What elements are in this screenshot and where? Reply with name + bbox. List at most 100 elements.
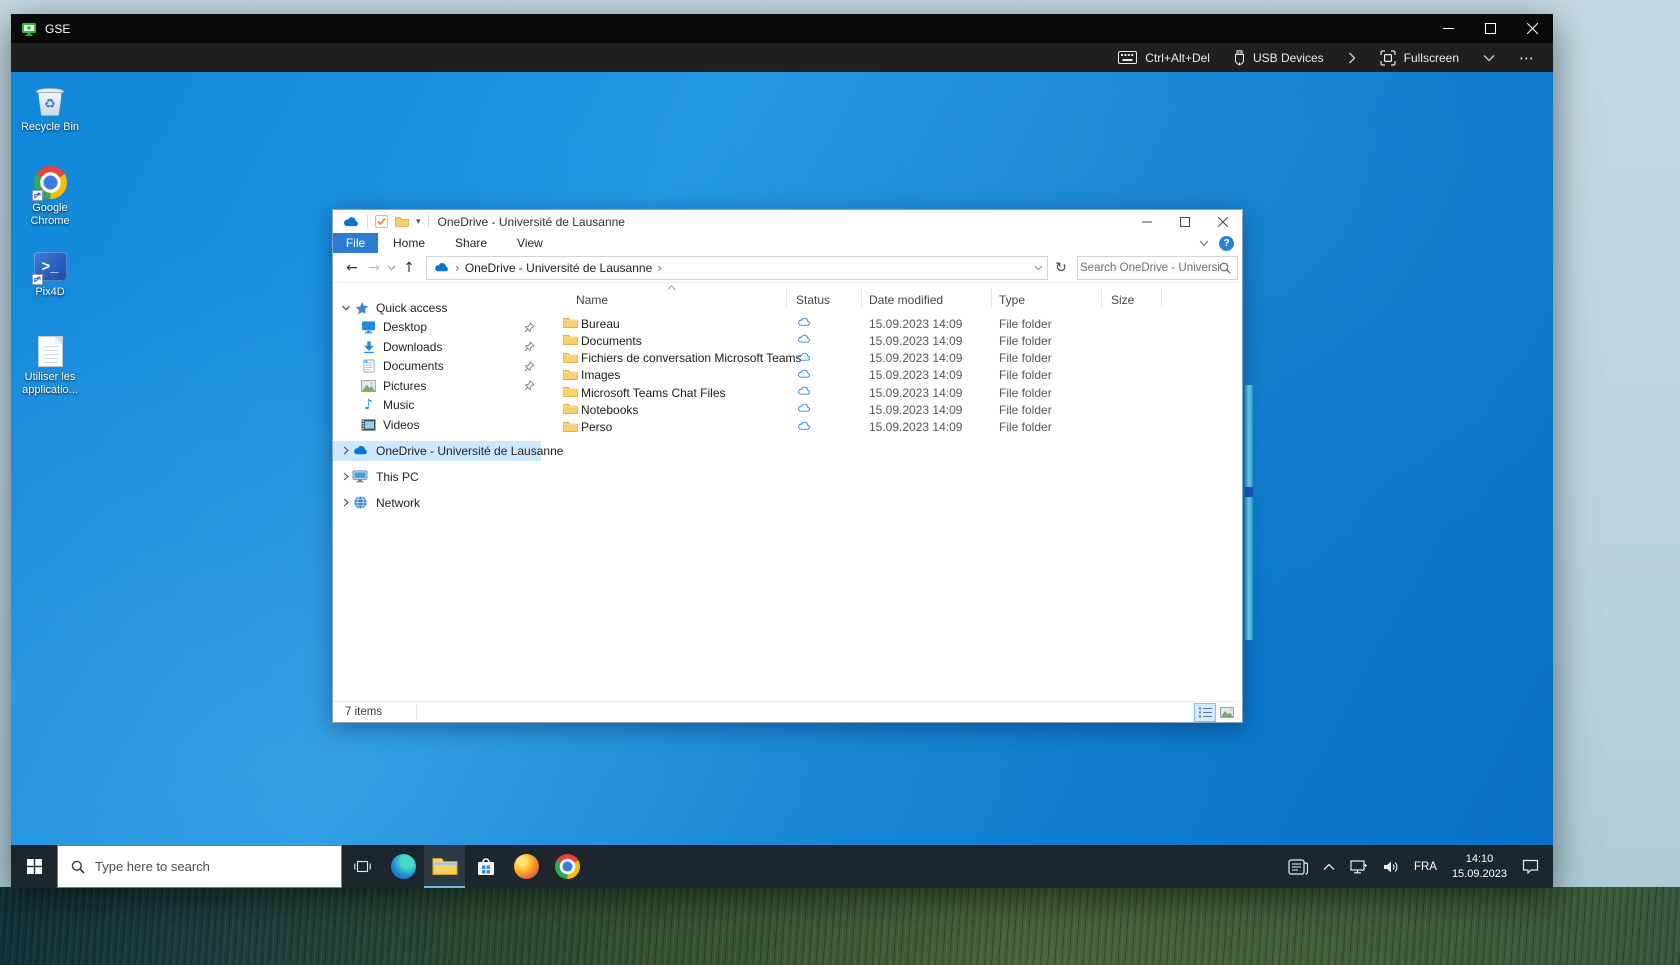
tray-expand-chevron-icon[interactable] — [1323, 863, 1335, 871]
ctrl-alt-del-button[interactable]: Ctrl+Alt+Del — [1118, 51, 1210, 65]
file-row[interactable]: Bureau 15.09.2023 14:09 File folder — [541, 315, 1242, 332]
file-type: File folder — [999, 334, 1052, 348]
help-icon[interactable]: ? — [1219, 236, 1234, 251]
sidebar-item-pictures[interactable]: Pictures — [333, 376, 541, 396]
chevron-expanded-icon[interactable] — [341, 305, 351, 311]
explorer-main: Quick access Desktop Downloads — [333, 284, 1242, 701]
search-icon[interactable] — [1219, 262, 1231, 274]
file-date-modified: 15.09.2023 14:09 — [869, 368, 962, 382]
tab-home[interactable]: Home — [378, 233, 440, 253]
file-rows: Bureau 15.09.2023 14:09 File folder Docu… — [541, 315, 1242, 436]
file-row[interactable]: Microsoft Teams Chat Files 15.09.2023 14… — [541, 384, 1242, 401]
clock-time: 14:10 — [1452, 852, 1507, 866]
up-button[interactable]: ↑ — [398, 260, 420, 276]
taskbar-icon-edge[interactable] — [383, 845, 424, 888]
file-row[interactable]: Images 15.09.2023 14:09 File folder — [541, 367, 1242, 384]
client-minimize-button[interactable] — [1427, 14, 1469, 43]
chevron-collapsed-icon[interactable] — [341, 498, 351, 507]
taskbar-icon-chrome[interactable] — [547, 845, 588, 888]
qat-customize-caret[interactable]: ▾ — [416, 217, 421, 227]
news-widget-icon[interactable] — [1288, 859, 1308, 875]
desktop-icon-utiliser-les-applications[interactable]: Utiliser les applicatio... — [12, 334, 88, 397]
this-pc-icon — [352, 470, 368, 483]
fullscreen-button[interactable]: Fullscreen — [1380, 50, 1459, 66]
tab-share[interactable]: Share — [440, 233, 502, 253]
shortcut-arrow-icon — [32, 274, 43, 285]
file-row[interactable]: Documents 15.09.2023 14:09 File folder — [541, 332, 1242, 349]
language-indicator[interactable]: FRA — [1414, 861, 1437, 873]
pin-icon — [524, 322, 535, 333]
sidebar-item-downloads[interactable]: Downloads — [333, 337, 541, 357]
sidebar-item-this-pc[interactable]: This PC — [333, 467, 541, 487]
network-tray-icon[interactable] — [1350, 860, 1368, 874]
volume-icon[interactable] — [1383, 860, 1399, 874]
cloud-status-icon — [797, 403, 811, 413]
usb-devices-button[interactable]: USB Devices — [1234, 50, 1324, 66]
taskbar-icon-firefox[interactable] — [506, 845, 547, 888]
file-date-modified: 15.09.2023 14:09 — [869, 334, 962, 348]
column-header-size[interactable]: Size — [1111, 293, 1134, 307]
file-row[interactable]: Notebooks 15.09.2023 14:09 File folder — [541, 401, 1242, 418]
details-view-button[interactable] — [1195, 704, 1215, 721]
column-header-name[interactable]: Name — [576, 293, 608, 307]
breadcrumb[interactable]: OneDrive - Université de Lausanne — [465, 261, 652, 275]
sidebar-item-label: This PC — [376, 470, 419, 484]
explorer-titlebar[interactable]: ▾ OneDrive - Université de Lausanne — [333, 210, 1242, 233]
tab-view[interactable]: View — [502, 233, 558, 253]
explorer-minimize-button[interactable] — [1128, 210, 1166, 233]
ribbon-collapse-chevron-icon[interactable] — [1199, 240, 1209, 247]
start-button[interactable] — [11, 845, 57, 888]
taskbar-clock[interactable]: 14:10 15.09.2023 — [1452, 852, 1507, 881]
sidebar-item-network[interactable]: Network — [333, 493, 541, 513]
large-icons-view-button[interactable] — [1217, 704, 1237, 721]
refresh-button[interactable]: ↻ — [1048, 260, 1074, 276]
desktop-icon-google-chrome[interactable]: Google Chrome — [12, 165, 88, 228]
back-button[interactable]: ← — [341, 260, 363, 276]
more-options-button[interactable]: ⋯ — [1519, 49, 1535, 67]
keyboard-icon — [1118, 51, 1137, 64]
chrome-icon — [555, 854, 580, 879]
chevron-down-icon[interactable] — [1483, 54, 1495, 62]
forward-button[interactable]: → — [363, 260, 385, 276]
address-bar[interactable]: › OneDrive - Université de Lausanne › — [426, 256, 1048, 280]
task-view-button[interactable] — [342, 845, 383, 888]
wallpaper-beam-gap — [1245, 487, 1253, 497]
maximize-icon — [1180, 217, 1190, 227]
search-input[interactable] — [1080, 262, 1219, 274]
recent-locations-chevron-icon[interactable] — [387, 265, 396, 271]
sidebar-item-quick-access[interactable]: Quick access — [333, 298, 541, 318]
sidebar-item-onedrive[interactable]: OneDrive - Université de Lausanne — [333, 441, 541, 461]
address-dropdown-chevron-icon[interactable] — [1034, 265, 1043, 271]
sidebar-item-music[interactable]: ♪ Music — [333, 396, 541, 416]
sidebar-item-videos[interactable]: Videos — [333, 415, 541, 435]
properties-check-icon[interactable] — [375, 215, 388, 228]
sidebar-item-desktop[interactable]: Desktop — [333, 318, 541, 338]
file-row[interactable]: Perso 15.09.2023 14:09 File folder — [541, 419, 1242, 436]
column-header-type[interactable]: Type — [999, 293, 1025, 307]
taskbar-icon-file-explorer[interactable] — [424, 845, 465, 888]
tab-file[interactable]: File — [333, 233, 378, 253]
new-folder-icon[interactable] — [395, 216, 409, 228]
action-center-icon[interactable] — [1522, 859, 1539, 874]
client-maximize-button[interactable] — [1469, 14, 1511, 43]
cloud-status-icon — [797, 421, 811, 431]
desktop-icon-recycle-bin[interactable]: ♻ Recycle Bin — [12, 84, 88, 134]
taskbar-search-input[interactable] — [95, 859, 341, 874]
file-name: Microsoft Teams Chat Files — [581, 386, 726, 400]
taskbar-icon-store[interactable] — [465, 845, 506, 888]
sidebar-item-documents[interactable]: Documents — [333, 357, 541, 377]
file-name: Bureau — [581, 317, 620, 331]
explorer-close-button[interactable] — [1204, 210, 1242, 233]
chevron-collapsed-icon[interactable] — [341, 446, 351, 455]
explorer-maximize-button[interactable] — [1166, 210, 1204, 233]
chevron-right-icon[interactable] — [1348, 52, 1356, 64]
quick-access-star-icon — [355, 301, 369, 315]
file-row[interactable]: Fichiers de conversation Microsoft Teams… — [541, 350, 1242, 367]
column-header-date-modified[interactable]: Date modified — [869, 293, 943, 307]
music-icon: ♪ — [361, 397, 376, 413]
breadcrumb-separator[interactable]: › — [657, 261, 662, 275]
column-header-status[interactable]: Status — [796, 293, 830, 307]
chevron-collapsed-icon[interactable] — [341, 472, 351, 481]
client-close-button[interactable] — [1511, 14, 1553, 43]
desktop-icon-pix4d[interactable]: >_ Pix4D — [12, 249, 88, 299]
